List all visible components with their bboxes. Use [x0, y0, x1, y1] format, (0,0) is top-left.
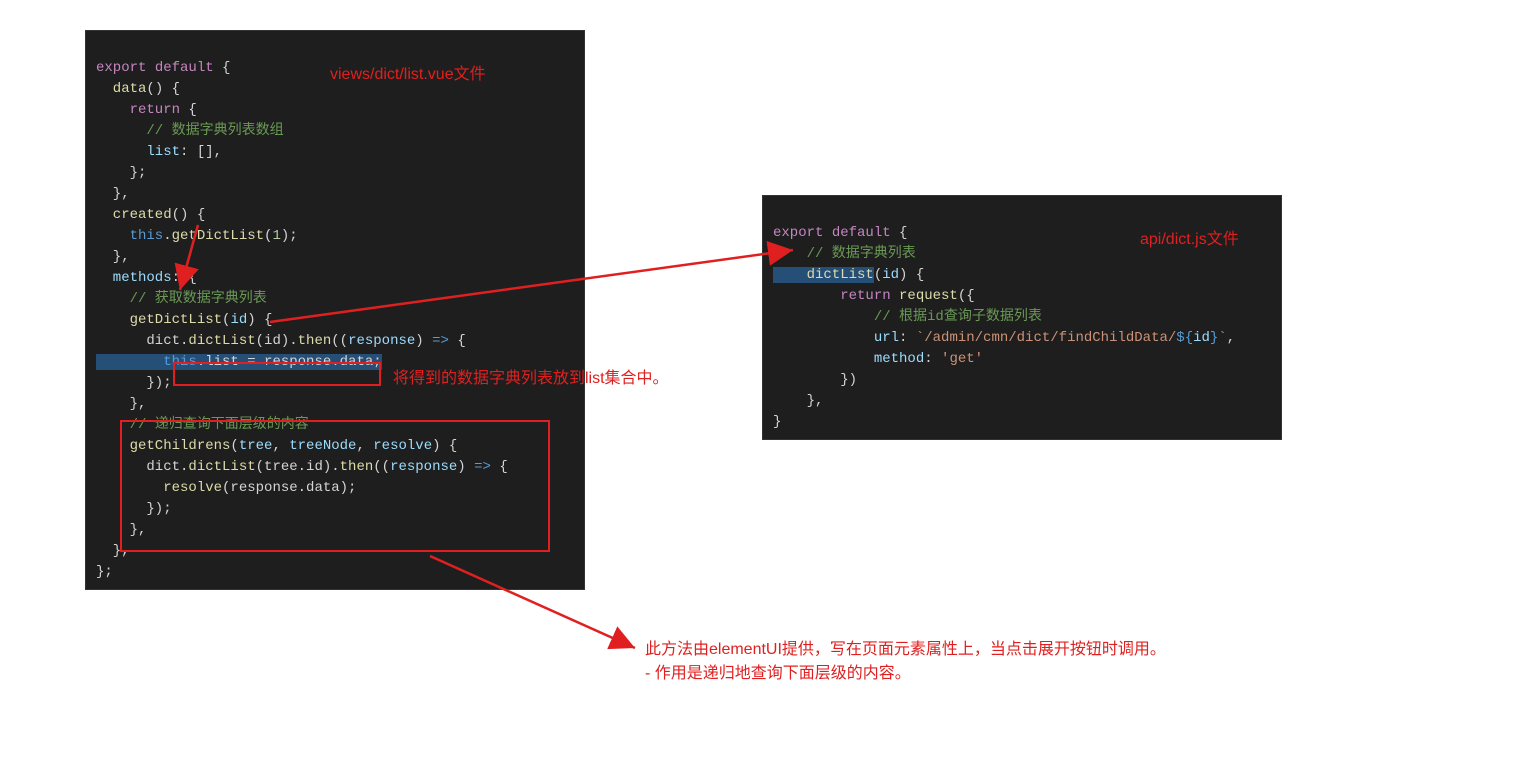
- file-label-right: api/dict.js文件: [1140, 225, 1239, 249]
- annotation-list: 将得到的数据字典列表放到list集合中。: [393, 367, 669, 391]
- code-block-left: export default { data() { return { // 数据…: [85, 30, 585, 590]
- annotation-bottom: 此方法由elementUI提供，写在页面元素属性上，当点击展开按钮时调用。 - …: [645, 638, 1166, 686]
- file-label-left: views/dict/list.vue文件: [330, 60, 486, 84]
